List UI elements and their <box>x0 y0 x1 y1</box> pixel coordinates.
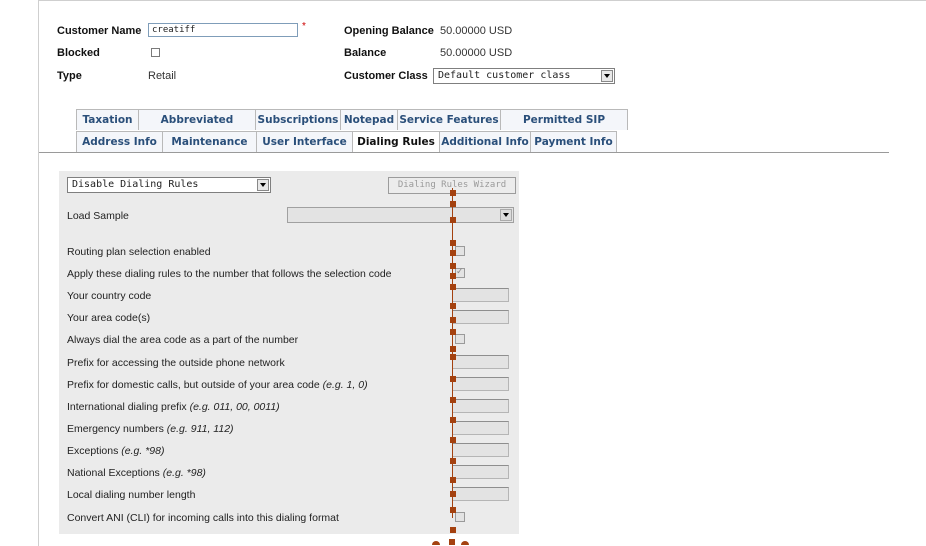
marker-square <box>450 273 456 279</box>
tab-taxation[interactable]: Taxation <box>76 109 139 130</box>
emergency-label: Emergency numbers (e.g. 911, 112) <box>67 423 234 435</box>
country-code-label: Your country code <box>67 290 152 302</box>
tab-abbreviated-dialing[interactable]: Abbreviated Dialing <box>138 109 256 147</box>
marker-square <box>449 539 455 545</box>
customer-name-input[interactable]: creatiff <box>148 23 298 37</box>
load-sample-select[interactable] <box>287 207 514 223</box>
chevron-down-icon[interactable] <box>257 179 269 191</box>
tab-notepad[interactable]: Notepad <box>340 109 398 130</box>
marker-square <box>450 217 456 223</box>
opening-balance-value: 50.00000 USD <box>440 25 513 37</box>
local-length-label: Local dialing number length <box>67 489 196 501</box>
chevron-down-icon[interactable] <box>500 209 512 221</box>
tab-address-info[interactable]: Address Info <box>76 131 163 152</box>
tab-permitted-sip-proxies[interactable]: Permitted SIP Proxies <box>500 109 628 147</box>
marker-curl <box>461 541 469 545</box>
prefix-outside-input[interactable] <box>452 355 509 369</box>
national-exceptions-input[interactable] <box>452 465 509 479</box>
dialing-mode-value: Disable Dialing Rules <box>72 179 199 190</box>
tab-maintenance[interactable]: Maintenance <box>162 131 257 152</box>
prefix-outside-label: Prefix for accessing the outside phone n… <box>67 357 285 369</box>
marker-square <box>450 354 456 360</box>
marker-square <box>450 190 456 196</box>
marker-square <box>450 417 456 423</box>
tab-dialing-rules[interactable]: Dialing Rules <box>352 131 440 153</box>
chevron-down-icon[interactable] <box>601 70 613 82</box>
marker-square <box>450 527 456 533</box>
apply-rules-label: Apply these dialing rules to the number … <box>67 268 392 280</box>
area-codes-input[interactable] <box>452 310 509 324</box>
tabs-row-1: Taxation Abbreviated Dialing Subscriptio… <box>76 109 628 147</box>
tab-subscriptions[interactable]: Subscriptions <box>255 109 341 130</box>
type-label: Type <box>57 70 82 82</box>
marker-curl <box>432 541 440 545</box>
marker-square <box>450 303 456 309</box>
prefix-domestic-input[interactable] <box>452 377 509 391</box>
area-codes-label: Your area code(s) <box>67 312 151 324</box>
marker-square <box>450 477 456 483</box>
customer-class-value: Default customer class <box>438 70 571 81</box>
marker-square <box>450 397 456 403</box>
marker-square <box>450 458 456 464</box>
tab-user-interface[interactable]: User Interface <box>256 131 353 152</box>
always-dial-area-checkbox[interactable] <box>455 334 465 344</box>
marker-square <box>450 329 456 335</box>
marker-square <box>450 346 456 352</box>
marker-square <box>450 263 456 269</box>
required-mark: * <box>302 21 306 32</box>
marker-square <box>450 240 456 246</box>
exceptions-label: Exceptions (e.g. *98) <box>67 445 165 457</box>
load-sample-label: Load Sample <box>67 210 129 222</box>
marker-square <box>450 507 456 513</box>
routing-plan-checkbox[interactable] <box>455 246 465 256</box>
apply-rules-checkbox[interactable] <box>455 266 465 278</box>
convert-ani-checkbox[interactable] <box>455 512 465 522</box>
balance-value: 50.00000 USD <box>440 47 513 59</box>
marker-square <box>450 376 456 382</box>
tab-baseline <box>39 152 889 153</box>
marker-line <box>452 188 453 518</box>
customer-class-select[interactable]: Default customer class <box>433 68 615 84</box>
routing-plan-label: Routing plan selection enabled <box>67 246 211 258</box>
prefix-domestic-label: Prefix for domestic calls, but outside o… <box>67 379 368 391</box>
marker-square <box>450 491 456 497</box>
emergency-input[interactable] <box>452 421 509 435</box>
blocked-label: Blocked <box>57 47 100 59</box>
marker-square <box>450 317 456 323</box>
marker-square <box>450 201 456 207</box>
tab-additional-info[interactable]: Additional Info <box>439 131 531 152</box>
country-code-input[interactable] <box>452 288 509 302</box>
customer-class-label: Customer Class <box>344 70 428 82</box>
type-value: Retail <box>148 70 177 82</box>
always-dial-area-label: Always dial the area code as a part of t… <box>67 334 299 346</box>
national-exceptions-label: National Exceptions (e.g. *98) <box>67 467 206 479</box>
tab-service-features[interactable]: Service Features <box>397 109 501 130</box>
convert-ani-label: Convert ANI (CLI) for incoming calls int… <box>67 512 339 524</box>
exceptions-input[interactable] <box>452 443 509 457</box>
balance-label: Balance <box>344 47 387 59</box>
dialing-mode-select[interactable]: Disable Dialing Rules <box>67 177 271 193</box>
tab-payment-info[interactable]: Payment Info <box>530 131 617 152</box>
intl-prefix-label: International dialing prefix (e.g. 011, … <box>67 401 280 413</box>
tabs-row-2: Address Info Maintenance User Interface … <box>76 131 617 153</box>
blocked-checkbox[interactable] <box>151 48 160 57</box>
marker-square <box>450 250 456 256</box>
opening-balance-label: Opening Balance <box>344 25 434 37</box>
marker-square <box>450 284 456 290</box>
marker-square <box>450 437 456 443</box>
intl-prefix-input[interactable] <box>452 399 509 413</box>
local-length-input[interactable] <box>452 487 509 501</box>
customer-name-label: Customer Name <box>57 25 142 37</box>
